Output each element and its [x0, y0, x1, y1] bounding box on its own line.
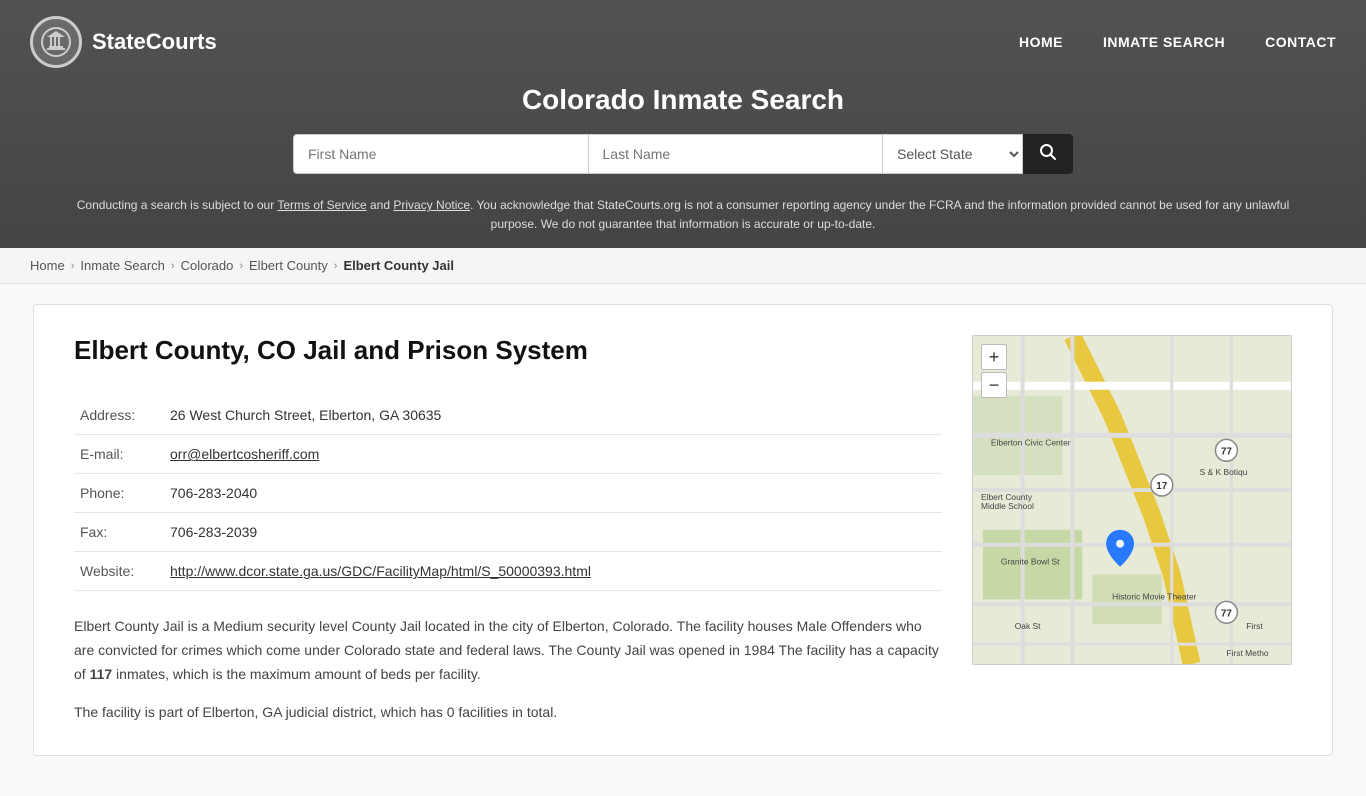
address-row: Address: 26 West Church Street, Elberton… — [74, 396, 942, 435]
website-value: http://www.dcor.state.ga.us/GDC/Facility… — [164, 552, 942, 591]
email-row: E-mail: orr@elbertcosheriff.com — [74, 435, 942, 474]
svg-text:First Metho: First Metho — [1226, 648, 1269, 658]
fax-row: Fax: 706-283-2039 — [74, 513, 942, 552]
svg-text:Historic Movie Theater: Historic Movie Theater — [1112, 592, 1196, 602]
breadcrumb-sep-2: › — [171, 260, 175, 272]
map-zoom-out-button[interactable]: − — [981, 372, 1007, 398]
svg-text:Elberton Civic Center: Elberton Civic Center — [991, 438, 1071, 448]
top-navigation: StateCourts HOME INMATE SEARCH CONTACT — [0, 0, 1366, 84]
nav-contact[interactable]: CONTACT — [1265, 34, 1336, 50]
page-title: Colorado Inmate Search — [0, 84, 1366, 116]
svg-text:Granite Bowl St: Granite Bowl St — [1001, 557, 1060, 567]
svg-text:77: 77 — [1221, 609, 1233, 620]
logo-area: StateCourts — [30, 16, 217, 68]
header-content: StateCourts HOME INMATE SEARCH CONTACT C… — [0, 0, 1366, 248]
breadcrumb-sep-4: › — [334, 260, 338, 272]
terms-link[interactable]: Terms of Service — [277, 198, 366, 212]
content-right: 77 17 77 Elberton Civic Center Elbert Co… — [972, 335, 1292, 724]
address-label: Address: — [74, 396, 164, 435]
map-zoom-in-button[interactable]: + — [981, 344, 1007, 370]
phone-row: Phone: 706-283-2040 — [74, 474, 942, 513]
website-label: Website: — [74, 552, 164, 591]
nav-home[interactable]: HOME — [1019, 34, 1063, 50]
svg-text:First: First — [1246, 622, 1263, 632]
first-name-input[interactable] — [293, 134, 589, 174]
breadcrumb-current: Elbert County Jail — [343, 258, 454, 273]
capacity-bold: 117 — [90, 666, 113, 682]
website-link[interactable]: http://www.dcor.state.ga.us/GDC/Facility… — [170, 563, 591, 579]
content-card: Elbert County, CO Jail and Prison System… — [33, 304, 1333, 755]
breadcrumb: Home › Inmate Search › Colorado › Elbert… — [0, 248, 1366, 284]
logo-text: StateCourts — [92, 29, 217, 55]
description-text-end: inmates, which is the maximum amount of … — [112, 666, 481, 682]
breadcrumb-inmate-search[interactable]: Inmate Search — [80, 258, 165, 273]
svg-text:17: 17 — [1156, 481, 1168, 492]
search-form: Select State Colorado Georgia Alabama — [293, 134, 1073, 174]
nav-inmate-search[interactable]: INMATE SEARCH — [1103, 34, 1225, 50]
svg-text:Oak St: Oak St — [1015, 622, 1041, 632]
svg-text:S & K Botiqu: S & K Botiqu — [1200, 468, 1248, 478]
privacy-link[interactable]: Privacy Notice — [393, 198, 470, 212]
description-paragraph-2: The facility is part of Elberton, GA jud… — [74, 701, 942, 725]
website-row: Website: http://www.dcor.state.ga.us/GDC… — [74, 552, 942, 591]
content-left: Elbert County, CO Jail and Prison System… — [74, 335, 942, 724]
breadcrumb-home[interactable]: Home — [30, 258, 65, 273]
main-wrapper: Elbert County, CO Jail and Prison System… — [0, 284, 1366, 795]
disclaimer-text: Conducting a search is subject to our Te… — [0, 188, 1366, 248]
map-svg: 77 17 77 Elberton Civic Center Elbert Co… — [973, 336, 1291, 664]
breadcrumb-sep-3: › — [239, 260, 243, 272]
phone-label: Phone: — [74, 474, 164, 513]
map-container: 77 17 77 Elberton Civic Center Elbert Co… — [972, 335, 1292, 665]
nav-links: HOME INMATE SEARCH CONTACT — [1019, 34, 1336, 50]
phone-value: 706-283-2040 — [164, 474, 942, 513]
fax-value: 706-283-2039 — [164, 513, 942, 552]
description-paragraph-1: Elbert County Jail is a Medium security … — [74, 615, 942, 686]
state-select[interactable]: Select State Colorado Georgia Alabama — [883, 134, 1023, 174]
email-value: orr@elbertcosheriff.com — [164, 435, 942, 474]
svg-text:77: 77 — [1221, 447, 1233, 458]
address-value: 26 West Church Street, Elberton, GA 3063… — [164, 396, 942, 435]
logo-icon — [30, 16, 82, 68]
facility-title: Elbert County, CO Jail and Prison System — [74, 335, 942, 366]
email-label: E-mail: — [74, 435, 164, 474]
search-button[interactable] — [1023, 134, 1073, 174]
fax-label: Fax: — [74, 513, 164, 552]
svg-text:Middle School: Middle School — [981, 501, 1034, 511]
breadcrumb-county[interactable]: Elbert County — [249, 258, 328, 273]
map-controls: + − — [981, 344, 1007, 398]
breadcrumb-sep-1: › — [71, 260, 75, 272]
info-table: Address: 26 West Church Street, Elberton… — [74, 396, 942, 591]
breadcrumb-state[interactable]: Colorado — [181, 258, 234, 273]
last-name-input[interactable] — [589, 134, 884, 174]
site-header: StateCourts HOME INMATE SEARCH CONTACT C… — [0, 0, 1366, 248]
email-link[interactable]: orr@elbertcosheriff.com — [170, 446, 319, 462]
